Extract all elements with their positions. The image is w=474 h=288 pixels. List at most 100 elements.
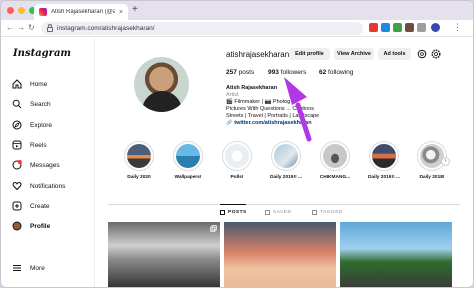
link-icon: 🔗 [226,120,233,126]
bio-line: Pictures With Questions ... Captions [226,106,315,112]
close-window-button[interactable] [7,7,14,14]
tab-title: Atish Rajasekharan (@atishr [51,9,115,15]
new-tab-button[interactable]: + [132,5,138,15]
sidebar-item-label: Search [30,100,51,108]
reels-icon [12,140,22,150]
instagram-logo[interactable]: Instagram [13,48,71,59]
window-controls [7,7,36,14]
plus-square-icon [12,201,22,211]
sidebar-item-label: Create [30,202,50,210]
story-highlight[interactable]: CHIKMANG... [317,141,353,180]
ad-tools-button[interactable]: Ad tools [378,48,411,60]
post-thumbnail[interactable] [224,222,336,287]
followers-label: followers [280,69,307,76]
forward-button[interactable]: → [17,23,25,33]
sidebar-item-reels[interactable]: Reels [12,140,47,150]
highlight-thumbnail [176,144,200,168]
highlights-next-button[interactable]: › [441,157,450,166]
extensions-puzzle-icon[interactable] [417,23,426,32]
following-count: 62 [319,69,327,76]
story-highlight[interactable]: Wallpapers! [170,141,206,180]
profile-avatar-icon[interactable] [431,23,440,32]
browser-menu-icon[interactable]: ⋮ [453,22,462,32]
lock-icon [47,24,53,32]
extension-icon[interactable] [393,23,402,32]
story-highlight[interactable]: Daily 2019!! ... [268,141,304,180]
sidebar: Instagram Home Search Explore Reels Mess… [1,38,95,287]
sidebar-item-label: Messages [30,161,60,169]
extension-icon[interactable] [405,23,414,32]
highlight-label: Daily 2018! [419,175,445,180]
tab-posts[interactable]: POSTS [220,210,247,215]
highlight-thumbnail [372,144,396,168]
tab-tagged[interactable]: TAGGED [312,210,343,215]
sidebar-item-label: More [30,264,45,272]
posts-label: posts [238,69,255,76]
browser-toolbar: ← → ↻ instagram.com/atishrajasekharan/ ⋮ [1,20,473,37]
posts-stat: 257 posts [226,69,254,76]
bio-line: Streets | Travel | Portraits | Landscape [226,113,320,119]
extension-icon[interactable] [381,23,390,32]
highlight-thumbnail [274,144,298,168]
carousel-icon [210,225,217,232]
sidebar-item-messages[interactable]: Messages [12,160,60,170]
view-archive-button[interactable]: View Archive [334,48,374,60]
avatar-shirt [142,91,182,112]
threads-icon[interactable] [417,49,427,59]
sidebar-item-label: Home [30,80,48,88]
sidebar-item-home[interactable]: Home [12,79,47,89]
sidebar-item-search[interactable]: Search [12,99,51,109]
profile-avatar[interactable] [134,57,189,112]
sidebar-item-profile[interactable]: Profile [12,221,50,231]
tab-strip: Atish Rajasekharan (@atishr × + [1,1,473,20]
grid-icon [220,210,225,215]
minimize-window-button[interactable] [18,7,25,14]
sidebar-item-label: Profile [30,222,51,230]
tab-label: SAVED [273,210,292,215]
story-highlight[interactable]: Daily 2019!! ... [366,141,402,180]
profile-avatar-icon [12,221,22,231]
tab-label: TAGGED [320,210,343,215]
profile-link[interactable]: 🔗 twitter.com/atishrajasekharan [226,120,312,126]
extension-icon[interactable] [369,23,378,32]
highlight-thumbnail [420,144,444,168]
highlight-thumbnail [323,144,347,168]
tab-close-icon[interactable]: × [119,9,123,16]
highlight-label: Polls! [230,175,244,180]
highlight-label: Wallpapers! [174,175,202,180]
edit-profile-button[interactable]: Edit profile [289,48,330,60]
posts-count: 257 [226,69,237,76]
tab-label: POSTS [228,210,247,215]
sidebar-item-more[interactable]: More [12,263,45,273]
followers-count: 993 [268,69,279,76]
search-icon [12,99,22,109]
following-stat[interactable]: 62 following [319,69,353,76]
browser-window: Atish Rajasekharan (@atishr × + ← → ↻ in… [0,0,474,288]
instagram-favicon-icon [39,8,47,16]
sidebar-item-explore[interactable]: Explore [12,120,52,130]
home-icon [12,79,22,89]
browser-tab[interactable]: Atish Rajasekharan (@atishr × [34,4,128,20]
followers-stat[interactable]: 993 followers [268,69,306,76]
post-thumbnail[interactable] [340,222,452,287]
active-tab-indicator [220,204,246,205]
post-thumbnail[interactable] [108,222,220,287]
story-highlight[interactable]: Daily 2020 [121,141,157,180]
story-highlight[interactable]: Polls! [219,141,255,180]
settings-gear-icon[interactable] [431,49,441,59]
highlight-label: Daily 2020 [127,175,151,180]
profile-link-text: twitter.com/atishrajasekharan [234,120,312,126]
messages-icon [12,160,22,170]
url-text: instagram.com/atishrajasekharan/ [57,25,155,32]
reload-button[interactable]: ↻ [28,23,35,33]
sidebar-item-notifications[interactable]: Notifications [12,181,65,191]
sidebar-item-label: Notifications [30,182,66,190]
sidebar-item-label: Explore [30,121,53,129]
back-button[interactable]: ← [6,23,14,33]
address-bar[interactable]: instagram.com/atishrajasekharan/ [41,22,363,35]
tag-icon [312,210,317,215]
tab-saved[interactable]: SAVED [265,210,291,215]
sidebar-item-create[interactable]: Create [12,201,50,211]
menu-icon [13,265,21,271]
profile-category: Artist [226,92,239,98]
